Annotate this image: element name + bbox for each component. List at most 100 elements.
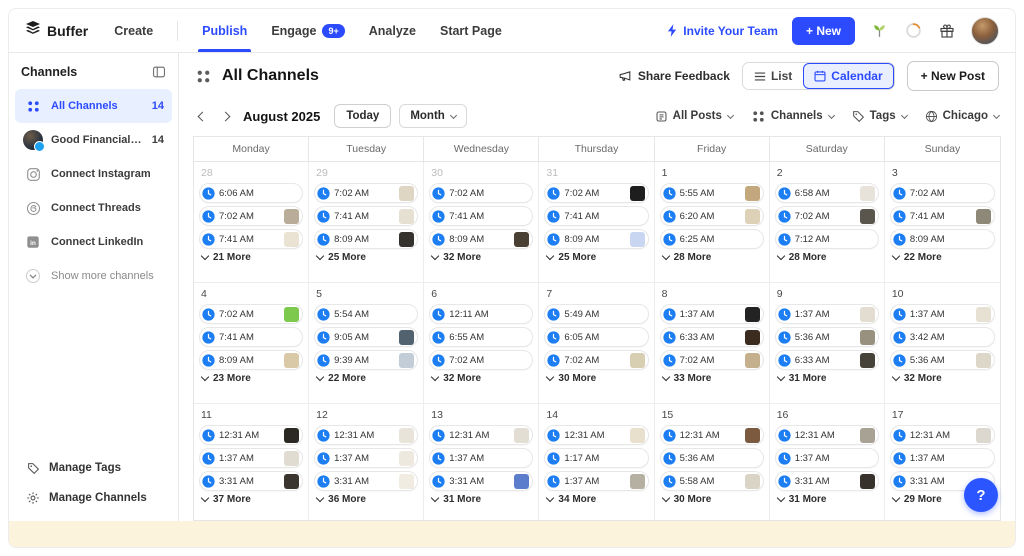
share-feedback-button[interactable]: Share Feedback (618, 69, 730, 83)
scheduled-post[interactable]: 1:37 AM (314, 448, 418, 468)
scheduled-post[interactable]: 3:31 AM (429, 471, 533, 491)
scheduled-post[interactable]: 5:58 AM (660, 471, 764, 491)
gift-icon[interactable] (937, 21, 957, 41)
new-button[interactable]: + New (792, 17, 855, 45)
scheduled-post[interactable]: 5:55 AM (660, 183, 764, 203)
calendar-day-cell[interactable]: 1512:31 AM5:36 AM5:58 AM30 More (655, 404, 770, 520)
scheduled-post[interactable]: 7:41 AM (890, 206, 995, 226)
calendar-view-button[interactable]: Calendar (803, 63, 893, 89)
scheduled-post[interactable]: 7:41 AM (429, 206, 533, 226)
calendar-day-cell[interactable]: 297:02 AM7:41 AM8:09 AM25 More (309, 162, 424, 283)
more-posts-link[interactable]: 37 More (202, 494, 303, 505)
scheduled-post[interactable]: 1:37 AM (429, 448, 533, 468)
nav-tab-analyze[interactable]: Analyze (369, 9, 416, 52)
scheduled-post[interactable]: 9:39 AM (314, 350, 418, 370)
calendar-day-cell[interactable]: 612:11 AM6:55 AM7:02 AM32 More (424, 283, 539, 404)
calendar-day-cell[interactable]: 26:58 AM7:02 AM7:12 AM28 More (770, 162, 885, 283)
filter-tags[interactable]: Tags (852, 110, 907, 123)
more-posts-link[interactable]: 32 More (432, 252, 533, 263)
scheduled-post[interactable]: 7:02 AM (429, 350, 533, 370)
scheduled-post[interactable]: 7:41 AM (199, 327, 303, 347)
filter-chicago[interactable]: Chicago (925, 110, 999, 123)
collapse-sidebar-icon[interactable] (152, 65, 166, 79)
help-button[interactable]: ? (964, 478, 998, 512)
scheduled-post[interactable]: 1:37 AM (890, 304, 995, 324)
scheduled-post[interactable]: 8:09 AM (544, 229, 648, 249)
scheduled-post[interactable]: 12:31 AM (775, 425, 879, 445)
more-posts-link[interactable]: 31 More (778, 494, 879, 505)
more-posts-link[interactable]: 25 More (547, 252, 648, 263)
scheduled-post[interactable]: 5:36 AM (660, 448, 764, 468)
scheduled-post[interactable]: 7:41 AM (314, 206, 418, 226)
scheduled-post[interactable]: 7:02 AM (199, 206, 303, 226)
calendar-day-cell[interactable]: 91:37 AM5:36 AM6:33 AM31 More (770, 283, 885, 404)
nav-tab-publish[interactable]: Publish (202, 9, 247, 52)
scheduled-post[interactable]: 1:37 AM (890, 448, 995, 468)
more-posts-link[interactable]: 31 More (778, 373, 879, 384)
scheduled-post[interactable]: 6:20 AM (660, 206, 764, 226)
scheduled-post[interactable]: 6:33 AM (660, 327, 764, 347)
scheduled-post[interactable]: 3:42 AM (890, 327, 995, 347)
calendar-day-cell[interactable]: 1212:31 AM1:37 AM3:31 AM36 More (309, 404, 424, 520)
scheduled-post[interactable]: 6:58 AM (775, 183, 879, 203)
calendar-day-cell[interactable]: 15:55 AM6:20 AM6:25 AM28 More (655, 162, 770, 283)
more-posts-link[interactable]: 33 More (663, 373, 764, 384)
calendar-day-cell[interactable]: 1312:31 AM1:37 AM3:31 AM31 More (424, 404, 539, 520)
scheduled-post[interactable]: 12:31 AM (429, 425, 533, 445)
scheduled-post[interactable]: 1:17 AM (544, 448, 648, 468)
scheduled-post[interactable]: 12:31 AM (660, 425, 764, 445)
sidebar-item-show-more-channels[interactable]: Show more channels (15, 259, 172, 293)
scheduled-post[interactable]: 8:09 AM (199, 350, 303, 370)
more-posts-link[interactable]: 28 More (778, 252, 879, 263)
scheduled-post[interactable]: 5:54 AM (314, 304, 418, 324)
calendar-day-cell[interactable]: 317:02 AM7:41 AM8:09 AM25 More (539, 162, 654, 283)
calendar-day-cell[interactable]: 1412:31 AM1:17 AM1:37 AM34 More (539, 404, 654, 520)
scheduled-post[interactable]: 12:31 AM (890, 425, 995, 445)
scheduled-post[interactable]: 7:02 AM (660, 350, 764, 370)
scheduled-post[interactable]: 5:49 AM (544, 304, 648, 324)
more-posts-link[interactable]: 30 More (547, 373, 648, 384)
sidebar-item-connect-instagram[interactable]: Connect Instagram (15, 157, 172, 191)
calendar-day-cell[interactable]: 75:49 AM6:05 AM7:02 AM30 More (539, 283, 654, 404)
manage-tags-button[interactable]: Manage Tags (9, 453, 178, 483)
sidebar-item-connect-threads[interactable]: Connect Threads (15, 191, 172, 225)
more-posts-link[interactable]: 22 More (893, 252, 995, 263)
user-avatar[interactable] (971, 17, 999, 45)
scheduled-post[interactable]: 1:37 AM (544, 471, 648, 491)
scheduled-post[interactable]: 6:06 AM (199, 183, 303, 203)
scheduled-post[interactable]: 7:02 AM (890, 183, 995, 203)
prev-month-button[interactable] (195, 109, 210, 124)
more-posts-link[interactable]: 30 More (663, 494, 764, 505)
calendar-day-cell[interactable]: 307:02 AM7:41 AM8:09 AM32 More (424, 162, 539, 283)
more-posts-link[interactable]: 22 More (317, 373, 418, 384)
calendar-day-cell[interactable]: 286:06 AM7:02 AM7:41 AM21 More (194, 162, 309, 283)
nav-tab-start-page[interactable]: Start Page (440, 9, 502, 52)
more-posts-link[interactable]: 32 More (432, 373, 533, 384)
plant-icon[interactable] (869, 21, 889, 41)
calendar-day-cell[interactable]: 55:54 AM9:05 AM9:39 AM22 More (309, 283, 424, 404)
scheduled-post[interactable]: 1:37 AM (199, 448, 303, 468)
scheduled-post[interactable]: 6:25 AM (660, 229, 764, 249)
scheduled-post[interactable]: 12:11 AM (429, 304, 533, 324)
list-view-button[interactable]: List (743, 63, 803, 89)
calendar-day-cell[interactable]: 101:37 AM3:42 AM5:36 AM32 More (885, 283, 1000, 404)
calendar-day-cell[interactable]: 1612:31 AM1:37 AM3:31 AM31 More (770, 404, 885, 520)
scheduled-post[interactable]: 7:41 AM (544, 206, 648, 226)
scheduled-post[interactable]: 5:36 AM (890, 350, 995, 370)
scheduled-post[interactable]: 12:31 AM (314, 425, 418, 445)
calendar-day-cell[interactable]: 37:02 AM7:41 AM8:09 AM22 More (885, 162, 1000, 283)
scheduled-post[interactable]: 1:37 AM (775, 448, 879, 468)
invite-team-link[interactable]: Invite Your Team (667, 24, 778, 38)
progress-ring-icon[interactable] (903, 21, 923, 41)
more-posts-link[interactable]: 31 More (432, 494, 533, 505)
scheduled-post[interactable]: 8:09 AM (314, 229, 418, 249)
filter-all-posts[interactable]: All Posts (655, 110, 733, 123)
sidebar-item-all-channels[interactable]: All Channels14 (15, 89, 172, 123)
scheduled-post[interactable]: 9:05 AM (314, 327, 418, 347)
more-posts-link[interactable]: 28 More (663, 252, 764, 263)
more-posts-link[interactable]: 23 More (202, 373, 303, 384)
scheduled-post[interactable]: 7:02 AM (544, 350, 648, 370)
scheduled-post[interactable]: 7:02 AM (775, 206, 879, 226)
next-month-button[interactable] (218, 109, 233, 124)
more-posts-link[interactable]: 25 More (317, 252, 418, 263)
